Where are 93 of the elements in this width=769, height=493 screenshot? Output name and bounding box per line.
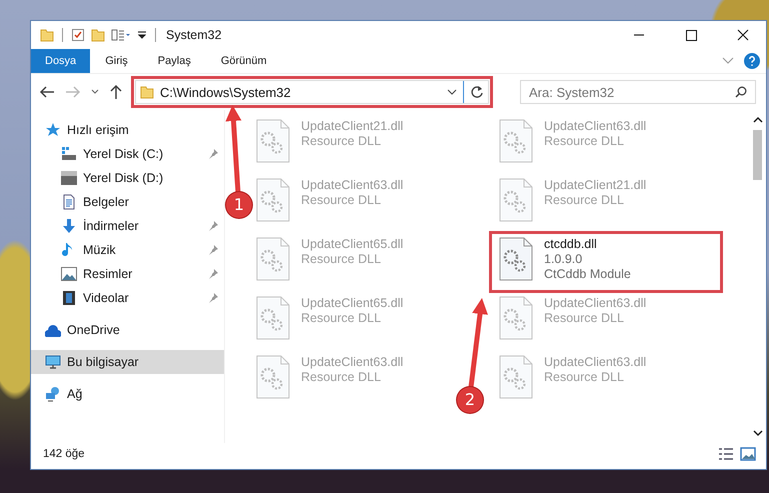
sidebar-item[interactable]: Resimler <box>31 262 224 286</box>
file-name[interactable]: UpdateClient63.dll <box>301 355 404 369</box>
chevron-down-icon[interactable] <box>91 89 99 95</box>
file-gears-icon[interactable] <box>499 119 533 163</box>
folder-icon[interactable] <box>40 28 54 42</box>
file-name[interactable]: UpdateClient21.dll <box>301 119 404 133</box>
file-gears-icon[interactable] <box>256 178 290 222</box>
file-gears-icon[interactable] <box>256 355 290 399</box>
sidebar-item[interactable]: Ağ <box>31 382 224 406</box>
file-detail: CtCddb Module <box>544 267 631 281</box>
file-item[interactable]: UpdateClient63.dll Resource DLL <box>492 293 650 349</box>
film-icon <box>61 290 77 306</box>
file-item[interactable]: UpdateClient21.dll Resource DLL <box>249 116 408 172</box>
file-detail: Resource DLL <box>544 193 625 207</box>
file-item[interactable]: UpdateClient63.dll Resource DLL <box>492 116 650 172</box>
pin-icon[interactable] <box>208 269 218 279</box>
file-name[interactable]: UpdateClient63.dll <box>544 296 646 310</box>
file-detail: Resource DLL <box>301 311 382 325</box>
sidebar-item[interactable]: Videolar <box>31 286 224 310</box>
item-count: 142 öğe <box>43 448 85 460</box>
file-detail: Resource DLL <box>301 370 382 384</box>
picture-icon <box>61 266 77 282</box>
pin-icon[interactable] <box>208 149 218 159</box>
file-name[interactable]: UpdateClient63.dll <box>544 355 646 369</box>
details-view-icon[interactable] <box>718 447 734 461</box>
forward-icon[interactable] <box>65 85 81 99</box>
window-title: System32 <box>165 28 222 42</box>
file-item[interactable]: UpdateClient65.dll Resource DLL <box>249 234 408 290</box>
file-detail: Resource DLL <box>544 311 625 325</box>
file-detail: Resource DLL <box>301 252 382 266</box>
file-item[interactable]: UpdateClient63.dll Resource DLL <box>249 175 408 231</box>
sidebar-item[interactable]: İndirmeler <box>31 214 224 238</box>
ribbon-tab[interactable]: Giriş <box>90 49 143 73</box>
properties-icon[interactable] <box>111 28 131 42</box>
ribbon-tab[interactable]: Görünüm <box>206 49 282 73</box>
folder-icon[interactable] <box>91 28 105 42</box>
file-name[interactable]: UpdateClient63.dll <box>301 178 404 192</box>
chevron-down-icon[interactable] <box>447 89 457 95</box>
ribbon-tab[interactable]: Paylaş <box>142 49 206 73</box>
sidebar-item[interactable]: Yerel Disk (D:) <box>31 166 224 190</box>
file-name[interactable]: UpdateClient65.dll <box>301 237 404 251</box>
up-arrow-icon[interactable] <box>109 84 123 100</box>
file-name[interactable]: UpdateClient21.dll <box>544 178 646 192</box>
scrollbar-thumb[interactable] <box>753 130 762 180</box>
file-name[interactable]: ctcddb.dll <box>544 237 631 251</box>
search-field[interactable]: Ara: System32 <box>520 80 756 104</box>
file-gears-icon[interactable] <box>499 178 533 222</box>
drive-icon <box>61 146 77 162</box>
folder-icon <box>140 85 154 99</box>
file-detail: Resource DLL <box>301 134 382 148</box>
star-icon <box>45 122 61 138</box>
file-gears-icon[interactable] <box>499 237 533 281</box>
sidebar-item[interactable]: Belgeler <box>31 190 224 214</box>
large-icons-view-icon[interactable] <box>740 447 756 461</box>
help-icon[interactable] <box>744 53 760 69</box>
network-icon <box>45 386 61 402</box>
sidebar-item[interactable]: OneDrive <box>31 318 224 342</box>
file-item[interactable]: UpdateClient65.dll Resource DLL <box>249 293 408 349</box>
file-detail: Resource DLL <box>544 370 625 384</box>
refresh-icon[interactable] <box>470 85 484 99</box>
file-detail: 1.0.9.0 <box>544 252 584 266</box>
file-name[interactable]: UpdateClient65.dll <box>301 296 404 310</box>
file-gears-icon[interactable] <box>499 296 533 340</box>
pin-icon[interactable] <box>208 221 218 231</box>
sidebar-item[interactable]: Hızlı erişim <box>31 118 224 142</box>
checklist-icon[interactable] <box>71 28 85 42</box>
drive-icon <box>61 170 77 186</box>
file-name[interactable]: UpdateClient63.dll <box>544 119 646 133</box>
monitor-icon <box>45 354 61 370</box>
pin-icon[interactable] <box>208 245 218 255</box>
sidebar-item[interactable]: Müzik <box>31 238 224 262</box>
file-item[interactable]: ctcddb.dll 1.0.9.0 CtCddb Module <box>492 234 720 290</box>
document-icon <box>61 194 77 210</box>
file-gears-icon[interactable] <box>499 355 533 399</box>
back-icon[interactable] <box>39 85 55 99</box>
file-gears-icon[interactable] <box>256 296 290 340</box>
address-path: C:\Windows\System32 <box>160 84 291 100</box>
file-gears-icon[interactable] <box>256 119 290 163</box>
cloud-icon <box>45 322 61 338</box>
download-arrow-icon <box>61 218 77 234</box>
scroll-down-icon[interactable] <box>752 429 762 437</box>
file-detail: Resource DLL <box>301 193 382 207</box>
file-item[interactable]: UpdateClient63.dll Resource DLL <box>249 352 408 408</box>
file-detail: Resource DLL <box>544 134 625 148</box>
sidebar-item[interactable]: Yerel Disk (C:) <box>31 142 224 166</box>
file-item[interactable]: UpdateClient63.dll Resource DLL <box>492 352 650 408</box>
pin-icon[interactable] <box>208 293 218 303</box>
file-item[interactable]: UpdateClient21.dll Resource DLL <box>492 175 650 231</box>
ribbon-tab[interactable]: Dosya <box>31 49 90 73</box>
scroll-up-icon[interactable] <box>752 116 762 124</box>
sidebar-item[interactable]: Bu bilgisayar <box>31 350 224 374</box>
search-icon[interactable] <box>735 86 747 98</box>
file-gears-icon[interactable] <box>256 237 290 281</box>
